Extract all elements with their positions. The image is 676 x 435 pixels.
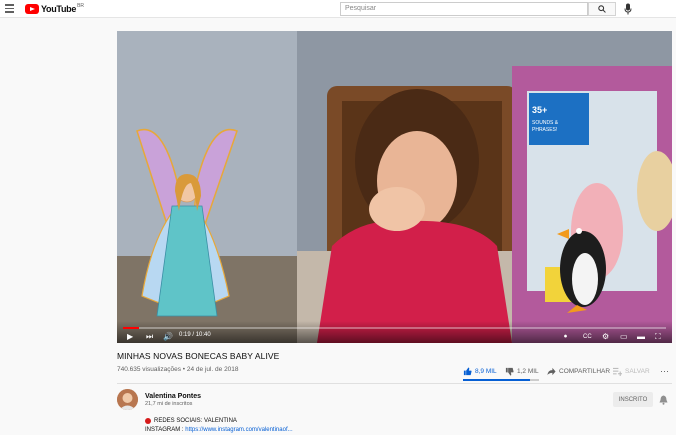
theater-mode-icon[interactable]: ▬ — [637, 333, 645, 341]
thumbs-down-icon — [505, 367, 514, 376]
next-icon[interactable]: ⏭ — [146, 333, 153, 341]
more-actions-icon[interactable]: ⋯ — [660, 365, 669, 377]
notification-bell-icon[interactable] — [659, 395, 668, 405]
search-input[interactable]: Pesquisar — [340, 2, 588, 16]
logo-text: YouTube — [41, 4, 76, 14]
description-line-1: REDES SOCIAIS: VALENTINA — [145, 418, 237, 424]
like-button[interactable]: 8,9 MIL — [463, 365, 497, 377]
thumbs-up-icon — [463, 367, 472, 376]
video-player[interactable]: 35+ SOUNDS & PHRASES! ▶ ⏭ 🔊 0:19 / 10:40… — [117, 31, 672, 343]
save-button[interactable]: SALVAR — [613, 365, 650, 377]
subtitles-icon[interactable]: CC — [583, 333, 592, 341]
channel-name[interactable]: Valentina Pontes — [145, 393, 201, 400]
menu-icon[interactable] — [5, 4, 15, 14]
progress-bar[interactable] — [123, 327, 666, 329]
box-text: 35+ — [532, 105, 547, 115]
microphone-icon[interactable] — [624, 3, 632, 15]
description-line-2: INSTAGRAM : https://www.instagram.com/va… — [145, 427, 293, 433]
like-ratio-bar — [463, 379, 539, 381]
settings-icon[interactable]: ⚙ — [602, 333, 609, 341]
svg-text:SOUNDS &: SOUNDS & — [532, 120, 559, 126]
search-icon — [598, 5, 606, 13]
miniplayer-icon[interactable]: ▭ — [620, 333, 628, 341]
volume-icon[interactable]: 🔊 — [163, 333, 173, 341]
video-frame: 35+ SOUNDS & PHRASES! — [117, 31, 672, 343]
instagram-link[interactable]: https://www.instagram.com/valentinaof... — [185, 427, 292, 433]
play-icon[interactable]: ▶ — [127, 333, 133, 341]
top-bar: YouTube BR Pesquisar — [0, 0, 676, 18]
like-ratio-fill — [463, 379, 530, 381]
share-label: COMPARTILHAR — [559, 368, 610, 375]
logo-region: BR — [77, 3, 84, 9]
red-circle-icon — [145, 418, 151, 424]
youtube-play-icon — [25, 4, 39, 14]
views-and-date: 740.635 visualizações • 24 de jul. de 20… — [117, 366, 239, 373]
progress-fill — [123, 327, 139, 329]
autoplay-toggle-icon[interactable]: ⏺ — [564, 333, 567, 341]
share-icon — [547, 367, 556, 376]
player-controls: ▶ ⏭ 🔊 0:19 / 10:40 ⏺ CC ⚙ ▭ ▬ ⛶ — [117, 321, 672, 343]
search-button[interactable] — [588, 2, 616, 16]
save-label: SALVAR — [625, 368, 650, 375]
divider — [117, 383, 672, 384]
video-title: MINHAS NOVAS BONECAS BABY ALIVE — [117, 351, 279, 361]
subscriber-count: 21,7 mi de inscritos — [145, 401, 192, 407]
svg-text:PHRASES!: PHRASES! — [532, 127, 557, 133]
subscribe-button[interactable]: INSCRITO — [613, 392, 653, 407]
dislike-count: 1,2 MIL — [517, 368, 539, 375]
time-display: 0:19 / 10:40 — [179, 332, 211, 338]
youtube-logo[interactable]: YouTube BR — [25, 3, 84, 15]
playlist-add-icon — [613, 367, 622, 376]
share-button[interactable]: COMPARTILHAR — [547, 365, 610, 377]
channel-avatar[interactable] — [117, 389, 138, 410]
like-count: 8,9 MIL — [475, 368, 497, 375]
fullscreen-icon[interactable]: ⛶ — [655, 333, 661, 341]
dislike-button[interactable]: 1,2 MIL — [505, 365, 539, 377]
